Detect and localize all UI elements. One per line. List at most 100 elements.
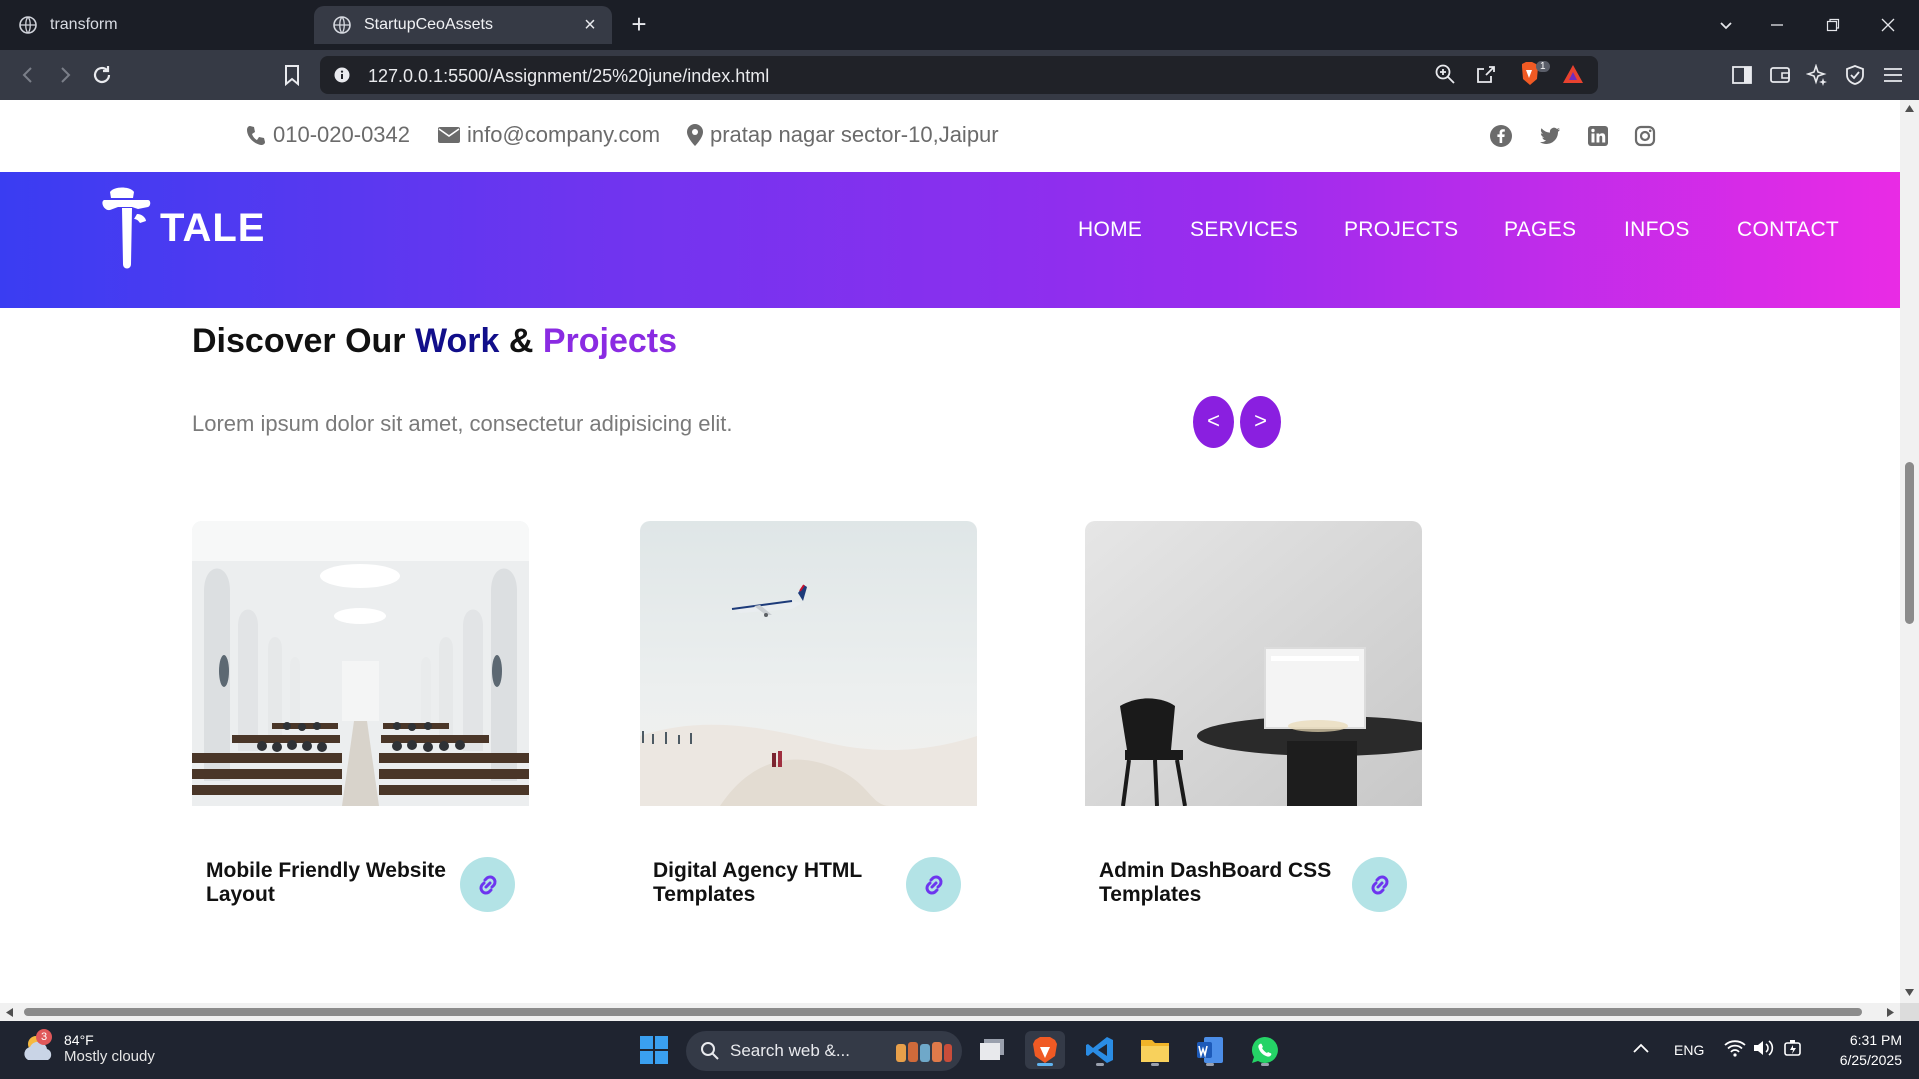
share-icon[interactable] <box>1475 63 1497 85</box>
whatsapp-taskbar-app[interactable] <box>1245 1031 1285 1069</box>
email-address[interactable]: info@company.com <box>467 122 660 148</box>
vpn-shield-icon[interactable] <box>1842 62 1868 88</box>
link-icon <box>925 875 942 894</box>
site-info-icon[interactable] <box>334 67 350 83</box>
task-view-button[interactable] <box>972 1031 1012 1069</box>
wifi-icon[interactable] <box>1724 1039 1746 1057</box>
running-indicator <box>1206 1063 1214 1066</box>
project-link-button[interactable] <box>906 857 961 912</box>
tab-title: transform <box>50 16 118 33</box>
zoom-icon[interactable] <box>1434 63 1456 85</box>
browser-tab-strip: transform StartupCeoAssets × + <box>0 0 1919 50</box>
nav-home[interactable]: HOME <box>1078 218 1142 242</box>
scroll-up-arrow-icon[interactable] <box>1904 104 1915 113</box>
instagram-icon[interactable] <box>1633 124 1657 148</box>
tab-startupceoassets[interactable]: StartupCeoAssets × <box>314 6 612 44</box>
project-image-table[interactable] <box>1085 521 1422 806</box>
brave-rewards-icon[interactable] <box>1562 64 1584 84</box>
address-text: pratap nagar sector-10,Jaipur <box>710 122 999 147</box>
battery-icon[interactable] <box>1782 1038 1804 1058</box>
nav-services[interactable]: SERVICES <box>1190 218 1298 242</box>
next-arrow-button[interactable]: > <box>1240 396 1281 448</box>
nav-pages[interactable]: PAGES <box>1504 218 1576 242</box>
title-amp: & <box>499 322 543 360</box>
scroll-left-arrow-icon[interactable] <box>5 1007 14 1018</box>
wallet-icon[interactable] <box>1767 62 1793 88</box>
active-indicator <box>1037 1063 1053 1066</box>
forward-button[interactable] <box>52 62 78 88</box>
tab-transform[interactable]: transform <box>0 6 310 44</box>
scroll-right-arrow-icon[interactable] <box>1886 1007 1895 1018</box>
phone-info: 010-020-0342 <box>245 122 410 148</box>
search-highlight-icon <box>896 1042 952 1062</box>
new-tab-button[interactable]: + <box>626 11 652 38</box>
language-indicator[interactable]: ENG <box>1674 1042 1704 1058</box>
taskbar-search[interactable]: Search web &... <box>686 1031 962 1071</box>
back-button[interactable] <box>15 62 41 88</box>
title-projects: Projects <box>542 322 678 360</box>
site-logo[interactable]: TALE <box>100 186 265 270</box>
windows-taskbar: 3 84°F Mostly cloudy Search web &... ENG… <box>0 1021 1919 1079</box>
map-pin-icon <box>687 124 703 146</box>
system-clock[interactable]: 6:31 PM 6/25/2025 <box>1822 1030 1902 1070</box>
weather-widget[interactable]: 3 84°F Mostly cloudy <box>20 1029 155 1067</box>
windows-logo-icon <box>640 1036 668 1064</box>
brave-taskbar-app[interactable] <box>1025 1031 1065 1069</box>
nav-infos[interactable]: INFOS <box>1624 218 1690 242</box>
project-image-church[interactable] <box>192 521 529 806</box>
vscode-taskbar-app[interactable] <box>1080 1031 1120 1069</box>
phone-number[interactable]: 010-020-0342 <box>273 122 410 148</box>
reload-button[interactable] <box>89 62 115 88</box>
word-icon <box>1197 1037 1223 1063</box>
project-title: Mobile Friendly Website Layout <box>206 859 446 906</box>
brave-lion-icon <box>1033 1037 1057 1063</box>
running-indicator <box>1151 1063 1159 1066</box>
scroll-down-arrow-icon[interactable] <box>1904 988 1915 997</box>
volume-icon[interactable] <box>1752 1039 1774 1057</box>
link-icon <box>1371 875 1388 894</box>
twitter-icon[interactable] <box>1538 124 1562 148</box>
project-link-button[interactable] <box>460 857 515 912</box>
tab-list-chevron-icon[interactable] <box>1706 10 1746 40</box>
email-info: info@company.com <box>437 122 660 148</box>
clock-time: 6:31 PM <box>1849 1032 1902 1048</box>
globe-icon <box>19 16 37 34</box>
section-description: Lorem ipsum dolor sit amet, consectetur … <box>192 411 733 436</box>
word-taskbar-app[interactable] <box>1190 1031 1230 1069</box>
leo-ai-icon[interactable] <box>1804 62 1830 88</box>
sidebar-icon[interactable] <box>1729 62 1755 88</box>
vertical-scrollbar[interactable] <box>1900 100 1919 1003</box>
cloud-weather-icon: 3 <box>20 1029 58 1067</box>
close-tab-icon[interactable]: × <box>580 15 600 35</box>
tab-title: StartupCeoAssets <box>364 16 493 33</box>
web-page: 010-020-0342 info@company.com pratap nag… <box>0 100 1900 1003</box>
prev-arrow-button[interactable]: < <box>1193 396 1234 448</box>
close-window-button[interactable] <box>1868 10 1908 40</box>
task-view-icon <box>980 1039 1004 1060</box>
facebook-icon[interactable] <box>1489 124 1513 148</box>
menu-icon[interactable] <box>1880 62 1906 88</box>
bookmark-icon[interactable] <box>279 62 305 88</box>
horizontal-scrollbar[interactable] <box>0 1003 1900 1021</box>
logo-text: TALE <box>160 205 266 250</box>
linkedin-icon[interactable] <box>1586 124 1610 148</box>
start-button[interactable] <box>634 1031 674 1069</box>
nav-projects[interactable]: PROJECTS <box>1344 218 1458 242</box>
contact-topbar: 010-020-0342 info@company.com pratap nag… <box>0 100 1900 172</box>
running-indicator <box>1096 1063 1104 1066</box>
running-indicator <box>1261 1063 1269 1066</box>
tray-overflow-icon[interactable] <box>1632 1041 1650 1055</box>
brave-shields-icon[interactable]: 1 <box>1518 60 1550 88</box>
clock-date: 6/25/2025 <box>1839 1052 1902 1068</box>
vertical-scroll-thumb[interactable] <box>1905 462 1914 624</box>
minimize-button[interactable] <box>1757 10 1797 40</box>
weather-temp: 84°F <box>64 1031 94 1048</box>
address-bar[interactable]: 127.0.0.1:5500/Assignment/25%20june/inde… <box>320 56 1598 94</box>
file-explorer-taskbar-app[interactable] <box>1135 1031 1175 1069</box>
project-link-button[interactable] <box>1352 857 1407 912</box>
nav-contact[interactable]: CONTACT <box>1737 218 1839 242</box>
restore-button[interactable] <box>1813 10 1853 40</box>
project-image-airplane[interactable] <box>640 521 977 806</box>
project-title: Admin DashBoard CSS Templates <box>1099 859 1332 906</box>
horizontal-scroll-thumb[interactable] <box>24 1008 1862 1016</box>
